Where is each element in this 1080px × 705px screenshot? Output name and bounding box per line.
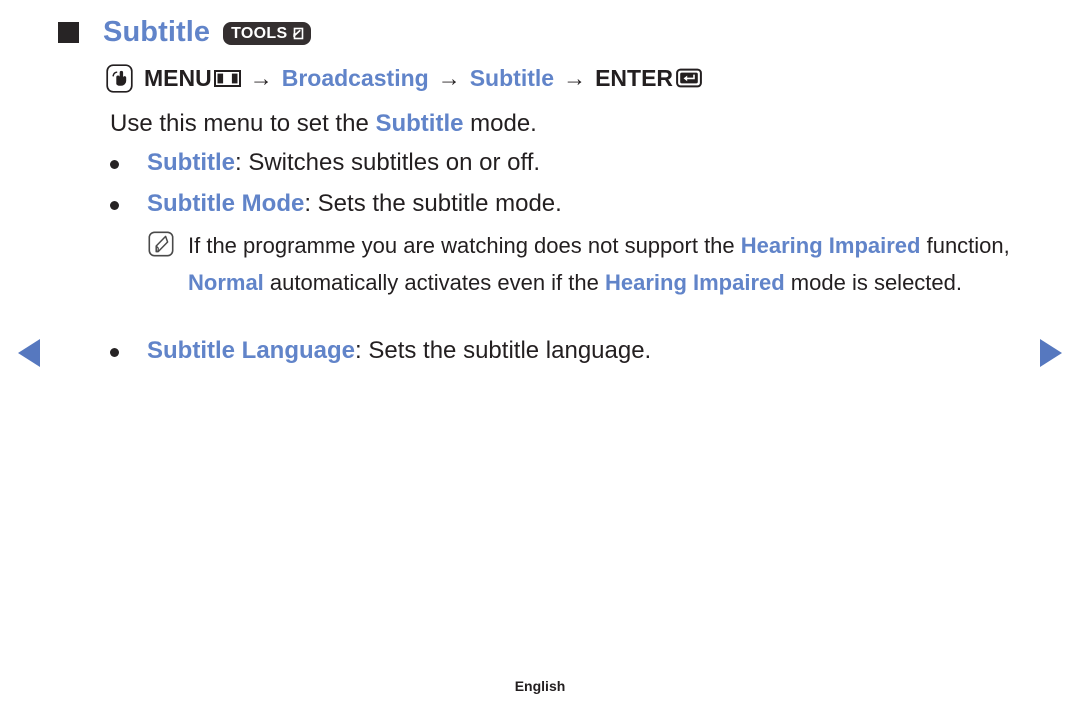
path-separator-3: → [563, 64, 587, 91]
menu-path-step-subtitle: Subtitle [469, 64, 555, 91]
list-item-text: Subtitle Mode: Sets the subtitle mode. [147, 188, 562, 220]
menu-path-step-enter: ENTER [595, 65, 702, 92]
list-item-description: : Sets the subtitle language. [355, 337, 652, 364]
list-item-term: Subtitle [147, 149, 235, 176]
menu-path-step-broadcasting: Broadcasting [281, 64, 429, 91]
note-text-3: automatically activates even if the [263, 270, 605, 295]
path-separator-2: → [437, 64, 461, 91]
section-square-bullet-icon [58, 21, 79, 43]
list-item-term: Subtitle Mode [147, 190, 305, 217]
bullet-dot-icon [110, 201, 119, 210]
list-item: Subtitle Language: Sets the subtitle lan… [110, 335, 651, 367]
bullet-dot-icon [110, 160, 119, 169]
menu-path-step-enter-label: ENTER [595, 64, 674, 91]
note-term-3: Hearing Impaired [604, 270, 785, 295]
hand-press-icon [106, 63, 133, 93]
footer-language-label: English [514, 678, 566, 694]
note-text: If the programme you are watching does n… [188, 227, 1018, 301]
note-pencil-icon [148, 231, 174, 262]
tools-badge[interactable]: TOOLS [223, 21, 312, 45]
manual-page: Subtitle TOOLS MENU → Broadcasting → Sub… [0, 0, 1080, 705]
note-text-2: function, [920, 233, 1010, 258]
next-page-arrow-icon[interactable] [1040, 339, 1062, 367]
note-text-4: mode is selected. [784, 270, 962, 295]
list-item-description: : Sets the subtitle mode. [304, 190, 562, 217]
list-item-term: Subtitle Language [147, 337, 356, 364]
intro-text-before: Use this menu to set the [110, 110, 376, 137]
path-separator-1: → [249, 64, 273, 91]
note-text-1: If the programme you are watching does n… [188, 233, 741, 258]
note-term-1: Hearing Impaired [740, 233, 921, 258]
menu-path-breadcrumb: MENU → Broadcasting → Subtitle → ENTER [106, 60, 702, 96]
note-callout: If the programme you are watching does n… [148, 227, 1018, 301]
tools-arrow-box-icon [289, 26, 304, 41]
intro-text-after: mode. [463, 110, 537, 137]
list-item: Subtitle Mode: Sets the subtitle mode. [110, 188, 562, 220]
tools-badge-label: TOOLS [231, 24, 288, 42]
menu-path-step-menu-label: MENU [144, 64, 212, 91]
menu-grid-icon [213, 69, 241, 88]
bullet-dot-icon [110, 348, 119, 357]
page-title: Subtitle [103, 15, 211, 48]
intro-paragraph: Use this menu to set the Subtitle mode. [110, 108, 537, 140]
list-item-text: Subtitle: Switches subtitles on or off. [147, 147, 540, 179]
list-item-description: : Switches subtitles on or off. [235, 149, 541, 176]
list-item-text: Subtitle Language: Sets the subtitle lan… [147, 335, 651, 367]
page-title-row: Subtitle TOOLS [58, 12, 312, 52]
list-item: Subtitle: Switches subtitles on or off. [110, 147, 540, 179]
note-term-2: Normal [188, 270, 264, 295]
previous-page-arrow-icon[interactable] [18, 339, 40, 367]
menu-path-step-menu: MENU [144, 65, 241, 92]
enter-key-icon [676, 68, 702, 88]
intro-term: Subtitle [375, 110, 464, 137]
